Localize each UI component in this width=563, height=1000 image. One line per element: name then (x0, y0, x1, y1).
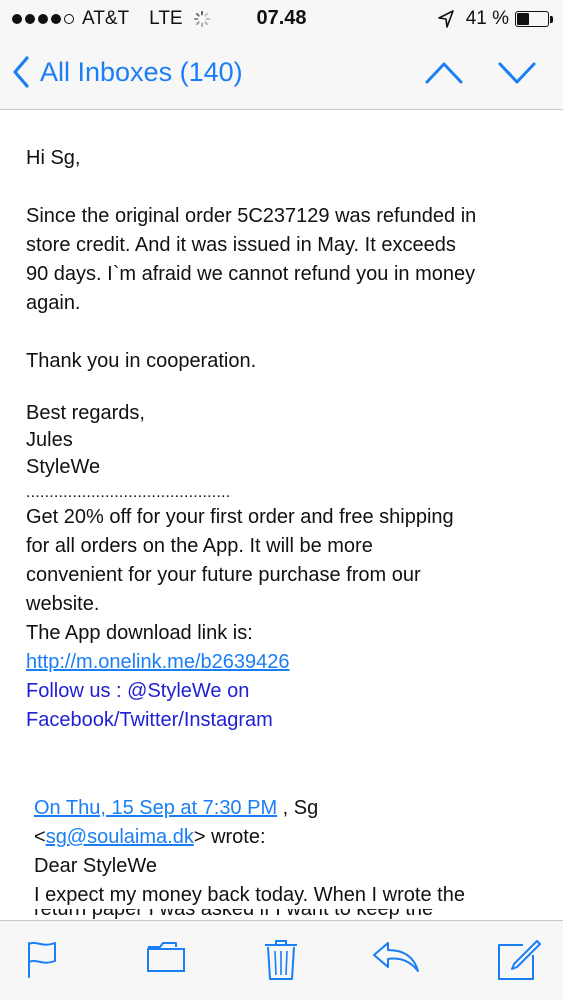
company-name: StyleWe (26, 456, 101, 478)
trash-icon[interactable] (263, 939, 299, 981)
location-arrow-icon (437, 10, 454, 28)
quoted-sender-name: , Sg (277, 797, 319, 819)
battery-tip (550, 15, 553, 23)
message-body: Hi Sg, Since the original order 5C237129… (26, 110, 546, 735)
back-button-label: All Inboxes (140) (40, 56, 243, 87)
previous-message-button[interactable] (424, 60, 464, 86)
quoted-date-link[interactable]: On Thu, 15 Sep at 7:30 PM (34, 797, 277, 819)
quoted-line-1: I expect my money back today. When I wro… (34, 884, 465, 906)
navigation-bar: All Inboxes (140) (0, 38, 563, 110)
quoted-greeting: Dear StyleWe (34, 855, 158, 877)
dotted-divider: ........................................… (26, 484, 231, 501)
follow-us-text: Follow us : @StyleWe on Facebook/Twitter… (26, 680, 273, 731)
app-download-link[interactable]: http://m.onelink.me/b2639426 (26, 651, 290, 673)
back-to-inboxes-button[interactable]: All Inboxes (140) (12, 56, 243, 88)
wrote-text: > wrote: (193, 826, 266, 848)
regards-text: Best regards, (26, 402, 145, 424)
next-message-button[interactable] (497, 60, 537, 86)
reply-icon[interactable] (372, 939, 420, 975)
flag-icon[interactable] (24, 939, 60, 979)
quoted-message: On Thu, 15 Sep at 7:30 PM , Sg <sg@soula… (34, 794, 546, 910)
greeting-text: Hi Sg, (26, 147, 81, 169)
chevron-left-icon (13, 56, 29, 88)
compose-icon[interactable] (497, 939, 541, 981)
bottom-toolbar (0, 920, 563, 1000)
battery-percentage: 41 % (465, 8, 509, 29)
thanks-text: Thank you in cooperation. (26, 350, 257, 372)
promo-paragraph: Get 20% off for your first order and fre… (26, 506, 454, 615)
sender-email-link[interactable]: sg@soulaima.dk (46, 826, 194, 848)
status-bar: AT&T LTE 07.48 41 % (0, 0, 563, 38)
refund-paragraph: Since the original order 5C237129 was re… (26, 205, 477, 314)
folder-icon[interactable] (146, 939, 186, 975)
battery-icon (515, 11, 549, 27)
download-label: The App download link is: (26, 622, 253, 644)
email-open-bracket: < (34, 826, 46, 848)
signer-name: Jules (26, 429, 73, 451)
